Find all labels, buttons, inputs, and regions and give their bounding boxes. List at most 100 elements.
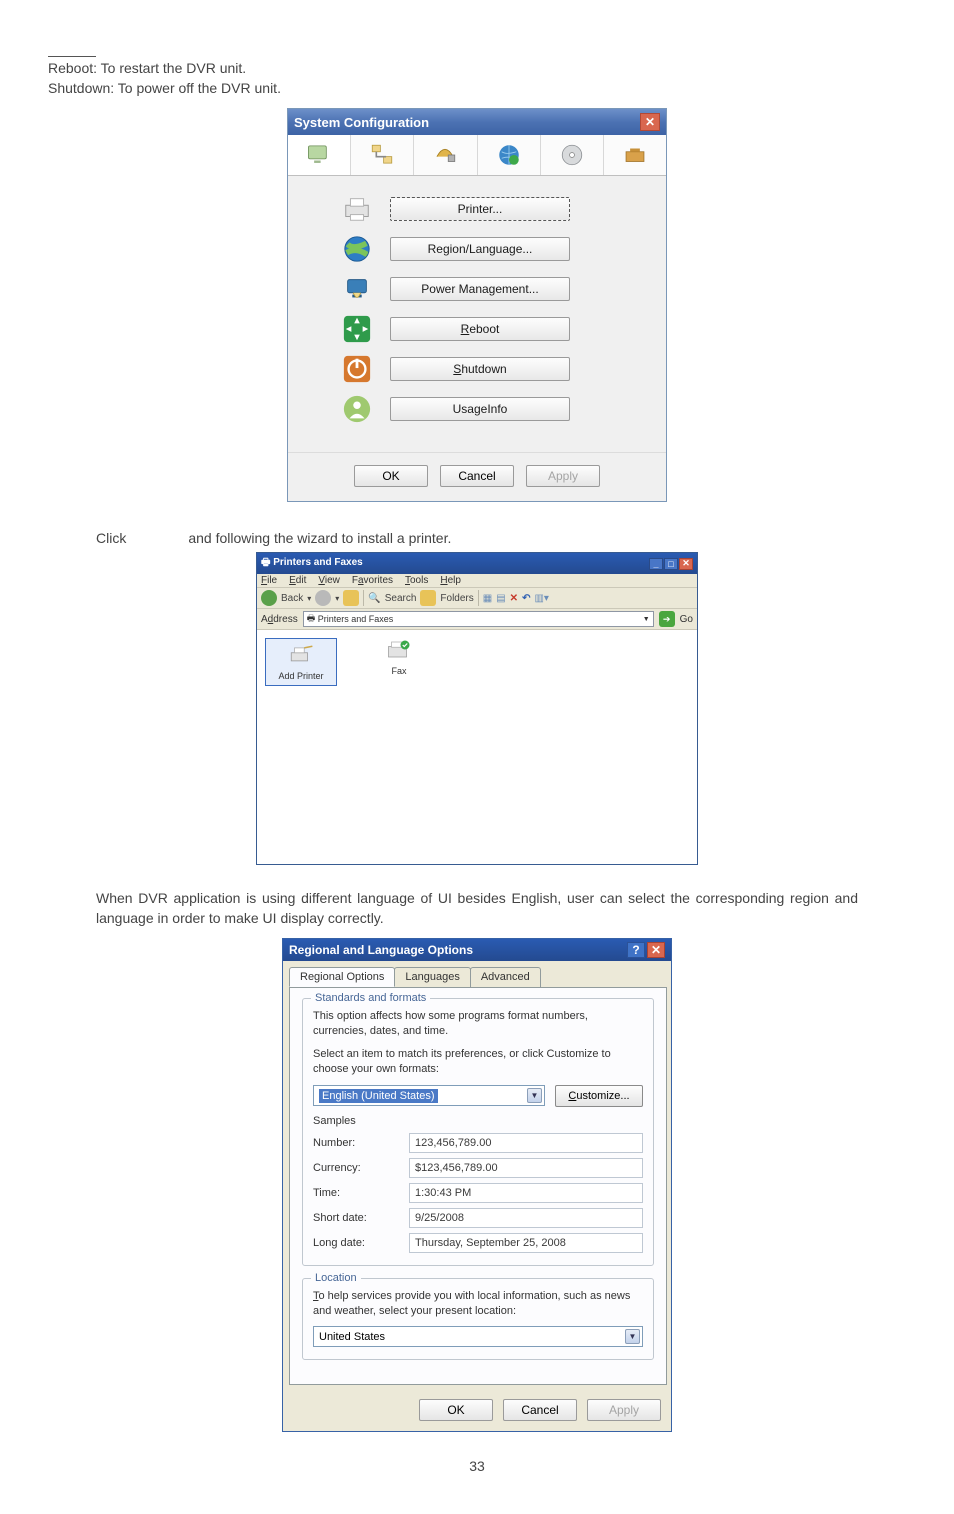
regional-options-dialog: Regional and Language Options ? ✕ Region…	[282, 938, 672, 1432]
apply-button[interactable]: Apply	[587, 1399, 661, 1421]
row-power: Power Management...	[342, 274, 648, 304]
power-management-button[interactable]: Power Management...	[390, 277, 570, 301]
menu-favorites[interactable]: Favorites	[352, 575, 393, 586]
location-select[interactable]: United States ▼	[313, 1326, 643, 1347]
location-value: United States	[319, 1331, 385, 1343]
help-icon[interactable]: ?	[627, 942, 645, 958]
region-language-button[interactable]: Region/Language...	[390, 237, 570, 261]
add-printer-item[interactable]: Add Printer	[265, 638, 337, 686]
reboot-icon	[342, 314, 372, 344]
views-icon[interactable]: ▥▾	[534, 593, 548, 604]
row-region: Region/Language...	[342, 234, 648, 264]
cancel-button[interactable]: Cancel	[440, 465, 514, 487]
customize-button[interactable]: Customize...	[555, 1085, 643, 1107]
standards-desc1: This option affects how some programs fo…	[313, 1009, 643, 1039]
intro-line2: Shutdown: To power off the DVR unit.	[48, 79, 906, 99]
back-icon[interactable]	[261, 590, 277, 606]
value-longdate: Thursday, September 25, 2008	[409, 1233, 643, 1253]
sysconf-titlebar: System Configuration ✕	[288, 109, 666, 135]
apply-button[interactable]: Apply	[526, 465, 600, 487]
tab-regional-options[interactable]: Regional Options	[289, 967, 395, 987]
tab-globe-icon[interactable]	[477, 135, 540, 175]
view-thumb-icon[interactable]: ▦	[483, 593, 492, 604]
fax-label: Fax	[391, 666, 406, 676]
ok-button[interactable]: OK	[354, 465, 428, 487]
ok-button[interactable]: OK	[419, 1399, 493, 1421]
standards-desc2: Select an item to match its preferences,…	[313, 1047, 643, 1077]
tab-hardware-icon[interactable]	[413, 135, 476, 175]
menu-edit[interactable]: Edit	[289, 575, 306, 586]
address-text: Printers and Faxes	[318, 614, 394, 624]
click-right: and following the wizard to install a pr…	[188, 530, 451, 546]
click-instruction: Click and following the wizard to instal…	[96, 530, 906, 546]
divider-short	[48, 56, 96, 57]
explorer-titlebar: 🖶 Printers and Faxes _ □ ✕	[257, 553, 697, 574]
click-left: Click	[96, 530, 126, 546]
intro-line1: Reboot: To restart the DVR unit.	[48, 59, 906, 79]
close-icon[interactable]: ✕	[679, 558, 693, 570]
explorer-content: Add Printer Fax	[257, 630, 697, 864]
chevron-down-icon: ▼	[527, 1088, 542, 1103]
tab-network-icon[interactable]	[350, 135, 413, 175]
row-usage: UsageInfo	[342, 394, 648, 424]
menu-tools[interactable]: Tools	[405, 575, 428, 586]
globe-icon	[342, 234, 372, 264]
sysconf-title-text: System Configuration	[294, 115, 429, 130]
regional-button-bar: OK Cancel Apply	[283, 1391, 671, 1431]
menu-view[interactable]: View	[318, 575, 340, 586]
shutdown-icon	[342, 354, 372, 384]
tab-display-icon[interactable]	[288, 135, 350, 175]
usageinfo-button[interactable]: UsageInfo	[390, 397, 570, 421]
shutdown-button[interactable]: Shutdown	[390, 357, 570, 381]
view-list-icon[interactable]: ▤	[496, 593, 505, 604]
close-icon[interactable]: ✕	[647, 942, 665, 958]
folders-label: Folders	[440, 593, 473, 604]
chevron-down-icon: ▼	[625, 1329, 640, 1344]
up-icon[interactable]	[343, 590, 359, 606]
menu-help[interactable]: Help	[440, 575, 461, 586]
regional-title-text: Regional and Language Options	[289, 943, 473, 957]
tab-tools-icon[interactable]	[603, 135, 666, 175]
back-label: Back	[281, 593, 303, 604]
forward-icon[interactable]	[315, 590, 331, 606]
tab-languages[interactable]: Languages	[394, 967, 470, 987]
undo-icon[interactable]: ↶	[522, 593, 530, 604]
value-number: 123,456,789.00	[409, 1133, 643, 1153]
fax-icon	[386, 638, 412, 664]
printer-button[interactable]: Printer...	[390, 197, 570, 221]
folders-icon[interactable]	[420, 590, 436, 606]
tab-cd-icon[interactable]	[540, 135, 603, 175]
address-input[interactable]: 🖶 Printers and Faxes ▼	[303, 611, 654, 627]
sysconf-body: Printer... Region/Language... Power Mana…	[288, 176, 666, 452]
regional-body: Standards and formats This option affect…	[289, 987, 667, 1385]
sysconf-tabs	[288, 135, 666, 176]
add-printer-icon	[288, 643, 314, 669]
standards-legend: Standards and formats	[311, 992, 430, 1004]
search-icon[interactable]: 🔍	[368, 593, 380, 604]
toolbar: Back ▾ ▾ 🔍 Search Folders ▦ ▤ ✕ ↶ ▥▾	[257, 588, 697, 609]
address-bar: Address 🖶 Printers and Faxes ▼ ➔ Go	[257, 609, 697, 630]
row-reboot: Reboot	[342, 314, 648, 344]
location-desc: To help services provide you with local …	[313, 1289, 643, 1319]
location-group: Location To help services provide you wi…	[302, 1278, 654, 1361]
standards-group: Standards and formats This option affect…	[302, 998, 654, 1265]
maximize-icon[interactable]: □	[664, 558, 678, 570]
fax-item[interactable]: Fax	[363, 638, 435, 676]
search-label: Search	[385, 593, 417, 604]
system-configuration-dialog: System Configuration ✕ Printer...	[287, 108, 667, 502]
minimize-icon[interactable]: _	[649, 558, 663, 570]
value-shortdate: 9/25/2008	[409, 1208, 643, 1228]
locale-select[interactable]: English (United States) ▼	[313, 1085, 545, 1106]
delete-icon[interactable]: ✕	[510, 593, 518, 604]
explorer-title-text: 🖶 Printers and Faxes	[261, 555, 363, 572]
value-currency: $123,456,789.00	[409, 1158, 643, 1178]
reboot-button[interactable]: Reboot	[390, 317, 570, 341]
cancel-button[interactable]: Cancel	[503, 1399, 577, 1421]
close-icon[interactable]: ✕	[640, 113, 660, 131]
menu-bar: File Edit View Favorites Tools Help	[257, 574, 697, 588]
tab-advanced[interactable]: Advanced	[470, 967, 541, 987]
menu-file[interactable]: File	[261, 575, 277, 586]
regional-titlebar: Regional and Language Options ? ✕	[283, 939, 671, 961]
go-label: Go	[680, 614, 693, 625]
go-icon[interactable]: ➔	[659, 611, 675, 627]
